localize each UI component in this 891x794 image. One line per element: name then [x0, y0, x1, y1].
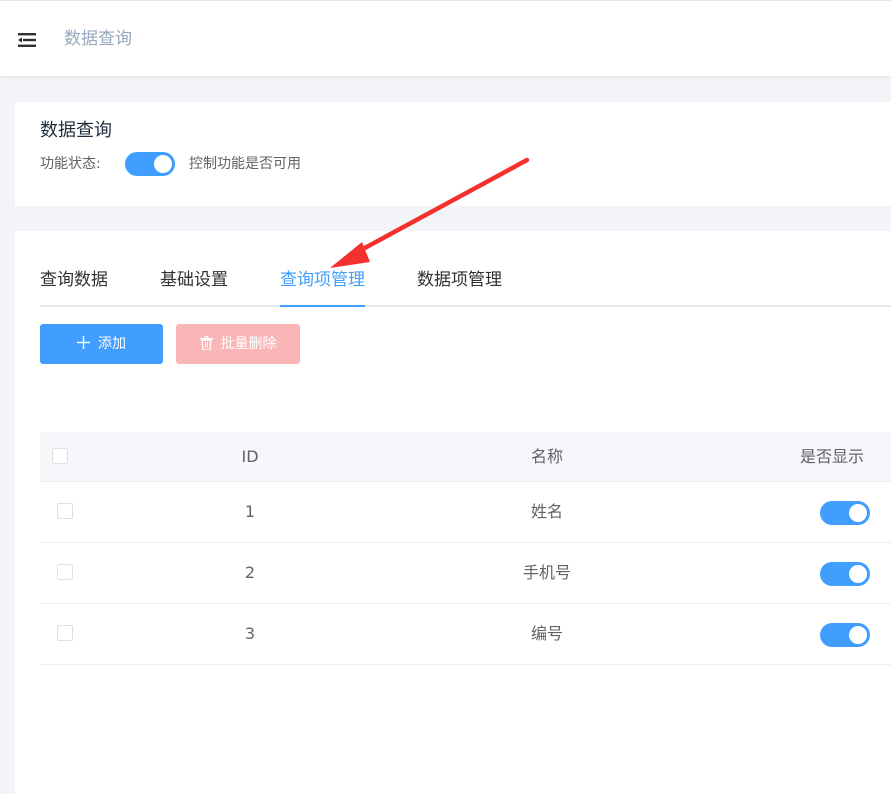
tab-query-data[interactable]: 查询数据: [40, 267, 108, 305]
table-header: ID 名称 是否显示: [40, 432, 891, 482]
toggle-knob: [849, 626, 867, 644]
tab-basic-settings[interactable]: 基础设置: [160, 267, 228, 305]
row-id: 2: [244, 563, 256, 582]
batch-delete-label: 批量删除: [220, 336, 277, 352]
top-header: 数据查询: [0, 0, 891, 76]
row-id: 3: [244, 624, 256, 643]
table-row: 2 手机号: [40, 543, 891, 604]
feature-status-toggle[interactable]: [125, 152, 175, 176]
trash-icon: [199, 335, 213, 353]
plus-icon: [77, 336, 90, 352]
menu-fold-icon[interactable]: [17, 31, 37, 49]
row-id: 1: [244, 502, 256, 521]
tab-bar: 查询数据 基础设置 查询项管理 数据项管理: [40, 267, 891, 307]
row-visible-toggle[interactable]: [820, 562, 870, 586]
table-row: 1 姓名: [40, 482, 891, 543]
main-card: 查询数据 基础设置 查询项管理 数据项管理 添加 批量删除 ID 名称 是否显示…: [15, 231, 891, 794]
tab-query-item-management[interactable]: 查询项管理: [280, 267, 365, 307]
page-title: 数据查询: [40, 120, 112, 141]
row-visible-toggle[interactable]: [820, 623, 870, 647]
column-header-id: ID: [241, 447, 259, 466]
column-header-name: 名称: [530, 447, 563, 466]
row-checkbox[interactable]: [57, 564, 73, 580]
toggle-knob: [154, 155, 172, 173]
column-header-visible: 是否显示: [800, 447, 865, 466]
breadcrumb[interactable]: 数据查询: [64, 28, 132, 50]
status-label: 功能状态:: [40, 156, 101, 172]
batch-delete-button[interactable]: 批量删除: [176, 324, 300, 364]
status-description: 控制功能是否可用: [189, 156, 301, 172]
toggle-knob: [849, 565, 867, 583]
row-visible-toggle[interactable]: [820, 501, 870, 525]
row-checkbox[interactable]: [57, 625, 73, 641]
add-button-label: 添加: [98, 336, 126, 352]
select-all-checkbox[interactable]: [52, 448, 68, 464]
row-checkbox[interactable]: [57, 503, 73, 519]
row-name: 姓名: [530, 502, 563, 521]
table-row: 3 编号: [40, 604, 891, 665]
tab-data-item-management[interactable]: 数据项管理: [417, 267, 502, 305]
status-card: 数据查询 功能状态: 控制功能是否可用: [15, 102, 891, 206]
toggle-knob: [849, 504, 867, 522]
row-name: 编号: [530, 624, 563, 643]
row-name: 手机号: [522, 563, 571, 582]
add-button[interactable]: 添加: [40, 324, 163, 364]
query-items-table: ID 名称 是否显示 1 姓名 2 手机号 3 编号: [40, 432, 891, 665]
